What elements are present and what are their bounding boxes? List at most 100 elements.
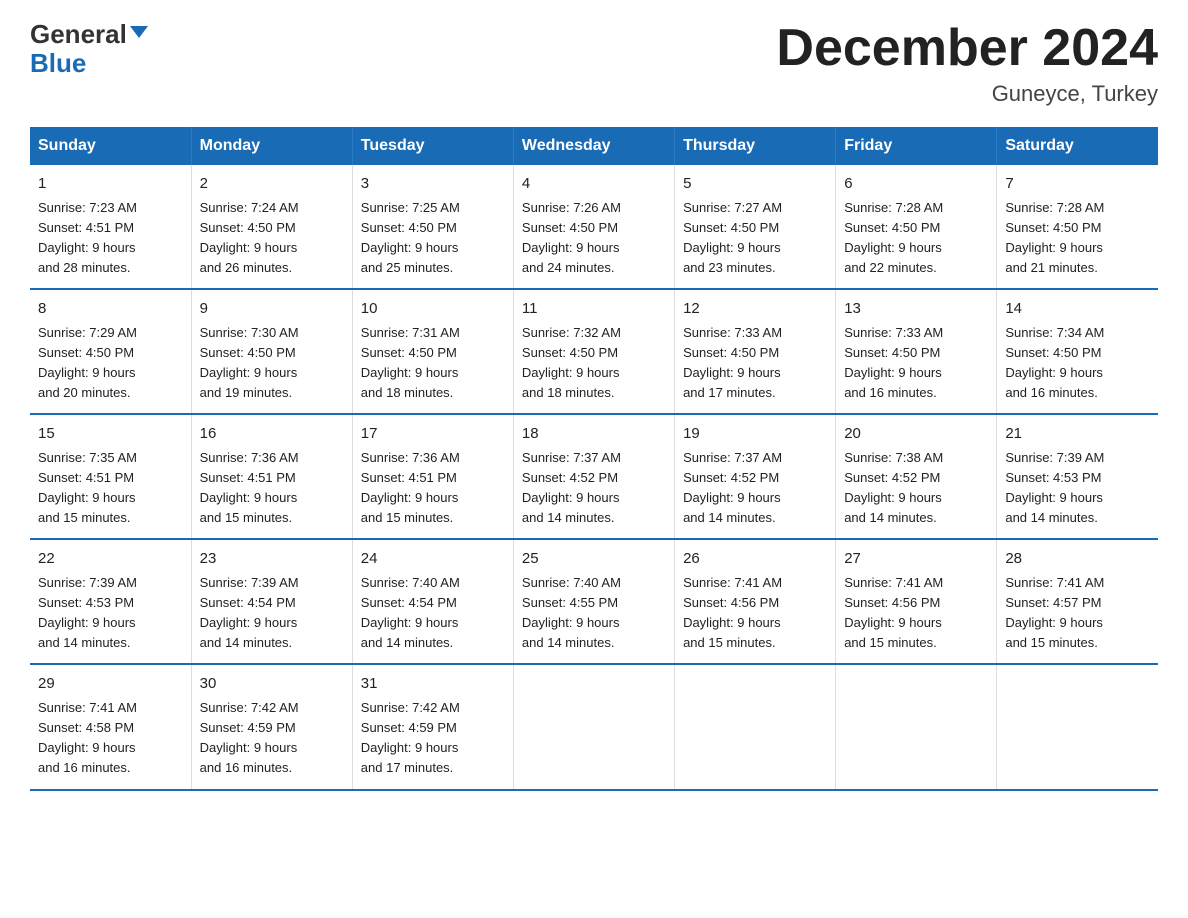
calendar-day-cell	[675, 664, 836, 789]
col-wednesday: Wednesday	[513, 127, 674, 165]
day-info: Sunrise: 7:36 AMSunset: 4:51 PMDaylight:…	[361, 450, 460, 525]
day-number: 23	[200, 548, 344, 571]
day-info: Sunrise: 7:34 AMSunset: 4:50 PMDaylight:…	[1005, 325, 1104, 400]
calendar-day-cell	[513, 664, 674, 789]
calendar-day-cell: 31 Sunrise: 7:42 AMSunset: 4:59 PMDayligh…	[352, 664, 513, 789]
day-info: Sunrise: 7:39 AMSunset: 4:54 PMDaylight:…	[200, 575, 299, 650]
col-saturday: Saturday	[997, 127, 1158, 165]
calendar-day-cell: 3Sunrise: 7:25 AMSunset: 4:50 PMDaylight…	[352, 165, 513, 289]
day-number: 30	[200, 673, 344, 696]
day-number: 5	[683, 173, 827, 196]
col-thursday: Thursday	[675, 127, 836, 165]
month-title: December 2024	[776, 20, 1158, 77]
calendar-day-cell: 10 Sunrise: 7:31 AMSunset: 4:50 PMDayligh…	[352, 289, 513, 414]
day-info: Sunrise: 7:24 AMSunset: 4:50 PMDaylight:…	[200, 200, 299, 275]
calendar-week-row: 22 Sunrise: 7:39 AMSunset: 4:53 PMDayligh…	[30, 539, 1158, 664]
calendar-day-cell: 30 Sunrise: 7:42 AMSunset: 4:59 PMDayligh…	[191, 664, 352, 789]
calendar-day-cell: 5 Sunrise: 7:27 AMSunset: 4:50 PMDaylight…	[675, 165, 836, 289]
day-number: 21	[1005, 423, 1150, 446]
logo-general: General	[30, 20, 148, 49]
day-info: Sunrise: 7:30 AMSunset: 4:50 PMDaylight:…	[200, 325, 299, 400]
day-number: 25	[522, 548, 666, 571]
day-info: Sunrise: 7:32 AMSunset: 4:50 PMDaylight:…	[522, 325, 621, 400]
day-number: 31	[361, 673, 505, 696]
calendar-day-cell: 7 Sunrise: 7:28 AMSunset: 4:50 PMDaylight…	[997, 165, 1158, 289]
calendar-day-cell: 15 Sunrise: 7:35 AMSunset: 4:51 PMDayligh…	[30, 414, 191, 539]
day-number: 15	[38, 423, 183, 446]
day-info: Sunrise: 7:41 AMSunset: 4:57 PMDaylight:…	[1005, 575, 1104, 650]
day-number: 4	[522, 173, 666, 196]
calendar-day-cell: 21 Sunrise: 7:39 AMSunset: 4:53 PMDayligh…	[997, 414, 1158, 539]
calendar-table: Sunday Monday Tuesday Wednesday Thursday…	[30, 127, 1158, 790]
calendar-day-cell: 17Sunrise: 7:36 AMSunset: 4:51 PMDayligh…	[352, 414, 513, 539]
day-number: 2	[200, 173, 344, 196]
calendar-day-cell: 23 Sunrise: 7:39 AMSunset: 4:54 PMDayligh…	[191, 539, 352, 664]
day-number: 22	[38, 548, 183, 571]
calendar-day-cell: 6Sunrise: 7:28 AMSunset: 4:50 PMDaylight…	[836, 165, 997, 289]
day-info: Sunrise: 7:23 AMSunset: 4:51 PMDaylight:…	[38, 200, 137, 275]
page-header: General Blue December 2024 Guneyce, Turk…	[30, 20, 1158, 107]
day-info: Sunrise: 7:38 AMSunset: 4:52 PMDaylight:…	[844, 450, 943, 525]
day-info: Sunrise: 7:36 AMSunset: 4:51 PMDaylight:…	[200, 450, 299, 525]
day-info: Sunrise: 7:42 AMSunset: 4:59 PMDaylight:…	[361, 700, 460, 775]
col-tuesday: Tuesday	[352, 127, 513, 165]
logo-blue: Blue	[30, 49, 148, 78]
calendar-day-cell: 4 Sunrise: 7:26 AMSunset: 4:50 PMDaylight…	[513, 165, 674, 289]
logo: General Blue	[30, 20, 148, 77]
day-number: 24	[361, 548, 505, 571]
col-sunday: Sunday	[30, 127, 191, 165]
day-number: 10	[361, 298, 505, 321]
day-number: 18	[522, 423, 666, 446]
day-info: Sunrise: 7:31 AMSunset: 4:50 PMDaylight:…	[361, 325, 460, 400]
calendar-day-cell: 19Sunrise: 7:37 AMSunset: 4:52 PMDayligh…	[675, 414, 836, 539]
day-number: 29	[38, 673, 183, 696]
calendar-day-cell: 8Sunrise: 7:29 AMSunset: 4:50 PMDaylight…	[30, 289, 191, 414]
day-info: Sunrise: 7:41 AMSunset: 4:56 PMDaylight:…	[683, 575, 782, 650]
day-number: 16	[200, 423, 344, 446]
day-number: 3	[361, 173, 505, 196]
day-number: 14	[1005, 298, 1150, 321]
calendar-day-cell: 14 Sunrise: 7:34 AMSunset: 4:50 PMDayligh…	[997, 289, 1158, 414]
col-friday: Friday	[836, 127, 997, 165]
calendar-day-cell: 24Sunrise: 7:40 AMSunset: 4:54 PMDayligh…	[352, 539, 513, 664]
calendar-day-cell: 13 Sunrise: 7:33 AMSunset: 4:50 PMDayligh…	[836, 289, 997, 414]
day-number: 20	[844, 423, 988, 446]
day-info: Sunrise: 7:40 AMSunset: 4:55 PMDaylight:…	[522, 575, 621, 650]
calendar-day-cell: 18 Sunrise: 7:37 AMSunset: 4:52 PMDayligh…	[513, 414, 674, 539]
day-number: 12	[683, 298, 827, 321]
calendar-header-row: Sunday Monday Tuesday Wednesday Thursday…	[30, 127, 1158, 165]
calendar-week-row: 15 Sunrise: 7:35 AMSunset: 4:51 PMDayligh…	[30, 414, 1158, 539]
day-info: Sunrise: 7:39 AMSunset: 4:53 PMDaylight:…	[1005, 450, 1104, 525]
calendar-day-cell: 1Sunrise: 7:23 AMSunset: 4:51 PMDaylight…	[30, 165, 191, 289]
day-info: Sunrise: 7:37 AMSunset: 4:52 PMDaylight:…	[522, 450, 621, 525]
day-info: Sunrise: 7:41 AMSunset: 4:58 PMDaylight:…	[38, 700, 137, 775]
day-number: 11	[522, 298, 666, 321]
day-info: Sunrise: 7:28 AMSunset: 4:50 PMDaylight:…	[1005, 200, 1104, 275]
day-number: 7	[1005, 173, 1150, 196]
day-info: Sunrise: 7:27 AMSunset: 4:50 PMDaylight:…	[683, 200, 782, 275]
calendar-day-cell: 27Sunrise: 7:41 AMSunset: 4:56 PMDayligh…	[836, 539, 997, 664]
calendar-day-cell: 11 Sunrise: 7:32 AMSunset: 4:50 PMDayligh…	[513, 289, 674, 414]
day-info: Sunrise: 7:39 AMSunset: 4:53 PMDaylight:…	[38, 575, 137, 650]
calendar-day-cell: 20 Sunrise: 7:38 AMSunset: 4:52 PMDayligh…	[836, 414, 997, 539]
day-info: Sunrise: 7:42 AMSunset: 4:59 PMDaylight:…	[200, 700, 299, 775]
day-info: Sunrise: 7:33 AMSunset: 4:50 PMDaylight:…	[844, 325, 943, 400]
day-number: 28	[1005, 548, 1150, 571]
calendar-day-cell: 12 Sunrise: 7:33 AMSunset: 4:50 PMDayligh…	[675, 289, 836, 414]
day-info: Sunrise: 7:26 AMSunset: 4:50 PMDaylight:…	[522, 200, 621, 275]
logo-arrow-icon	[130, 26, 148, 38]
calendar-day-cell: 16 Sunrise: 7:36 AMSunset: 4:51 PMDayligh…	[191, 414, 352, 539]
day-number: 9	[200, 298, 344, 321]
location: Guneyce, Turkey	[776, 81, 1158, 107]
day-number: 13	[844, 298, 988, 321]
calendar-week-row: 1Sunrise: 7:23 AMSunset: 4:51 PMDaylight…	[30, 165, 1158, 289]
calendar-day-cell: 22 Sunrise: 7:39 AMSunset: 4:53 PMDayligh…	[30, 539, 191, 664]
day-info: Sunrise: 7:35 AMSunset: 4:51 PMDaylight:…	[38, 450, 137, 525]
title-area: December 2024 Guneyce, Turkey	[776, 20, 1158, 107]
day-number: 26	[683, 548, 827, 571]
calendar-day-cell: 28 Sunrise: 7:41 AMSunset: 4:57 PMDayligh…	[997, 539, 1158, 664]
calendar-day-cell	[997, 664, 1158, 789]
day-info: Sunrise: 7:41 AMSunset: 4:56 PMDaylight:…	[844, 575, 943, 650]
calendar-day-cell: 2 Sunrise: 7:24 AMSunset: 4:50 PMDaylight…	[191, 165, 352, 289]
day-info: Sunrise: 7:33 AMSunset: 4:50 PMDaylight:…	[683, 325, 782, 400]
